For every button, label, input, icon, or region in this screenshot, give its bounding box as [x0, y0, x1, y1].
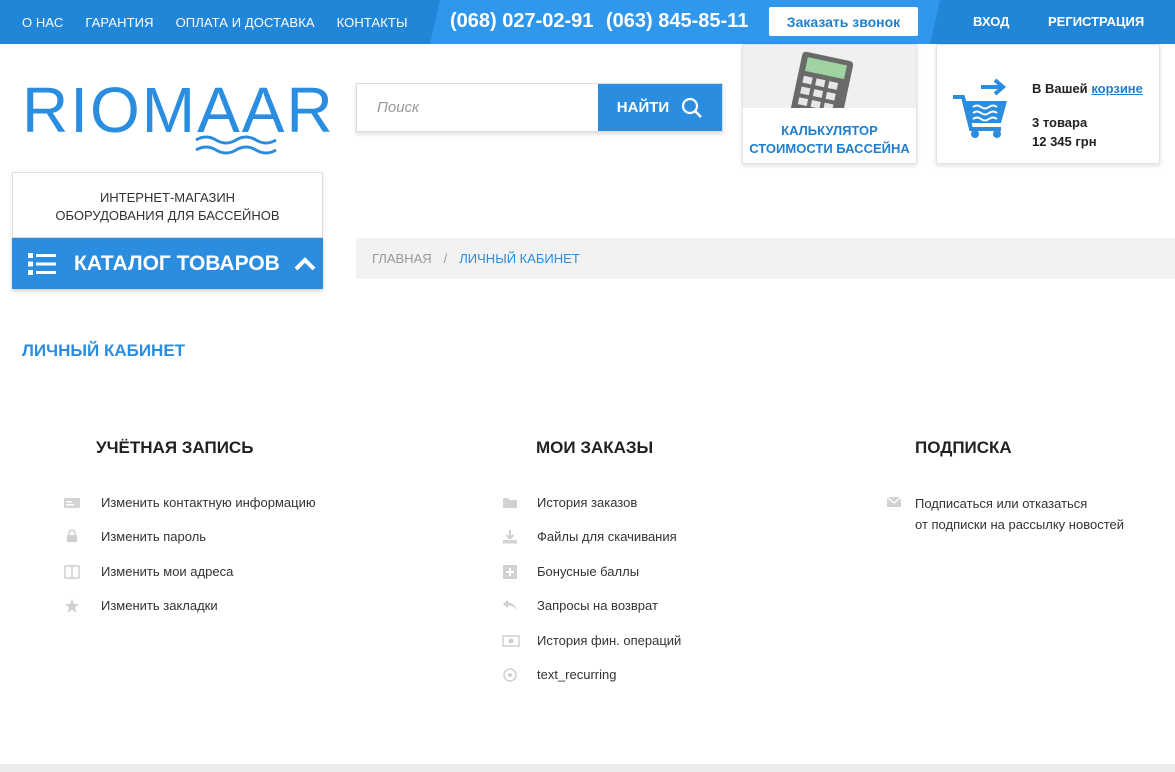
list-icon — [28, 252, 56, 275]
account-item[interactable]: Изменить контактную информацию — [63, 493, 333, 513]
account-item[interactable]: Изменить закладки — [63, 596, 333, 616]
envelope-icon — [886, 496, 902, 507]
top-menu: О НАС ГАРАНТИЯ ОПЛАТА И ДОСТАВКА КОНТАКТ… — [0, 0, 408, 44]
logo-wave-icon — [195, 135, 277, 155]
shop-description-line1: ИНТЕРНЕТ-МАГАЗИН — [99, 190, 236, 205]
account-item-label: Изменить контактную информацию — [101, 495, 316, 510]
orders-item-label: Бонусные баллы — [537, 564, 640, 579]
search-input[interactable] — [357, 84, 598, 131]
account-title: УЧЁТНАЯ ЗАПИСЬ — [96, 438, 254, 457]
book-icon — [64, 565, 80, 579]
account-section: УЧЁТНАЯ ЗАПИСЬ — [96, 438, 253, 458]
circle-icon — [503, 668, 517, 682]
plus-square-icon — [503, 565, 517, 579]
folder-icon — [503, 498, 517, 508]
download-icon — [503, 530, 517, 544]
cart-tile[interactable]: В Вашей корзине 3 товара 12 345 грн — [936, 44, 1160, 164]
orders-section: МОИ ЗАКАЗЫ — [536, 438, 653, 458]
orders-item[interactable]: Файлы для скачивания — [502, 527, 722, 547]
subscription-section: ПОДПИСКА — [915, 438, 1012, 458]
footer-strip — [0, 764, 1175, 772]
money-icon — [502, 635, 520, 647]
cart-sum: 12 345 грн — [1032, 134, 1097, 149]
orders-item-label: Запросы на возврат — [537, 598, 658, 613]
search-button-label: НАЙТИ — [616, 99, 670, 116]
orders-item[interactable]: text_recurring — [502, 665, 722, 685]
calculator-label-line2: СТОИМОСТИ БАССЕЙНА — [749, 141, 910, 156]
account-item-label: Изменить мои адреса — [101, 564, 234, 579]
calculator-label: КАЛЬКУЛЯТОР СТОИМОСТИ БАССЕЙНА — [743, 122, 916, 158]
menu-contacts[interactable]: КОНТАКТЫ — [337, 15, 408, 30]
menu-payment-delivery[interactable]: ОПЛАТА И ДОСТАВКА — [176, 15, 315, 30]
calculator-icon — [790, 51, 854, 122]
breadcrumb-current: ЛИЧНЫЙ КАБИНЕТ — [459, 251, 580, 266]
breadcrumb: ГЛАВНАЯ / ЛИЧНЫЙ КАБИНЕТ — [356, 238, 1175, 279]
breadcrumb-separator: / — [443, 251, 448, 266]
calculator-label-line1: КАЛЬКУЛЯТОР — [781, 123, 878, 138]
cart-prefix: В Вашей — [1032, 81, 1088, 96]
search-button[interactable]: НАЙТИ — [598, 84, 722, 131]
orders-item[interactable]: Запросы на возврат — [502, 596, 722, 616]
cart-count: 3 товара — [1032, 115, 1088, 130]
subscription-item[interactable]: Подписаться или отказаться от подписки н… — [886, 493, 1146, 535]
phone-1[interactable]: (068) 027-02-91 — [450, 10, 593, 33]
breadcrumb-home[interactable]: ГЛАВНАЯ — [372, 251, 432, 266]
search-icon — [682, 97, 703, 118]
orders-item[interactable]: История заказов — [502, 493, 722, 513]
menu-warranty[interactable]: ГАРАНТИЯ — [85, 15, 153, 30]
lock-icon — [67, 529, 77, 542]
subscription-item-line2: от подписки на рассылку новостей — [915, 517, 1124, 532]
cart-link[interactable]: корзине — [1091, 81, 1143, 96]
login-link[interactable]: ВХОД — [973, 14, 1009, 29]
subscription-item-line1: Подписаться или отказаться — [915, 496, 1088, 511]
pool-calculator-tile[interactable]: КАЛЬКУЛЯТОР СТОИМОСТИ БАССЕЙНА — [742, 44, 917, 164]
page-title: ЛИЧНЫЙ КАБИНЕТ — [22, 341, 186, 360]
shop-description-line2: ОБОРУДОВАНИЯ ДЛЯ БАССЕЙНОВ — [55, 208, 280, 223]
orders-item-label: История фин. операций — [537, 633, 682, 648]
shop-description: ИНТЕРНЕТ-МАГАЗИН ОБОРУДОВАНИЯ ДЛЯ БАССЕЙ… — [12, 172, 323, 238]
menu-about[interactable]: О НАС — [22, 15, 63, 30]
star-icon — [65, 599, 79, 613]
callback-button[interactable]: Заказать звонок — [769, 7, 918, 36]
account-item-label: Изменить пароль — [101, 529, 207, 544]
site-logo[interactable]: RIOMAAR — [22, 78, 333, 160]
calculator-image — [743, 45, 916, 122]
catalog-label: КАТАЛОГ ТОВАРОВ — [74, 251, 280, 275]
orders-item-label: История заказов — [537, 495, 638, 510]
phone-2[interactable]: (063) 845-85-11 — [606, 10, 748, 33]
orders-item[interactable]: Бонусные баллы — [502, 562, 722, 582]
chevron-up-icon — [294, 256, 316, 270]
orders-title: МОИ ЗАКАЗЫ — [536, 438, 654, 457]
cart-title: В Вашей корзине — [1032, 81, 1143, 96]
account-item[interactable]: Изменить пароль — [63, 527, 333, 547]
account-item[interactable]: Изменить мои адреса — [63, 562, 333, 582]
card-icon — [64, 498, 80, 508]
top-bar: О НАС ГАРАНТИЯ ОПЛАТА И ДОСТАВКА КОНТАКТ… — [0, 0, 1175, 44]
account-item-label: Изменить закладки — [101, 598, 218, 613]
orders-item[interactable]: История фин. операций — [502, 631, 722, 651]
subscription-title: ПОДПИСКА — [915, 438, 1012, 457]
return-icon — [503, 600, 517, 611]
register-link[interactable]: РЕГИСТРАЦИЯ — [1048, 14, 1144, 29]
search-bar: НАЙТИ — [356, 83, 723, 132]
cart-icon — [953, 78, 1007, 138]
orders-item-label: Файлы для скачивания — [537, 529, 677, 544]
catalog-button[interactable]: КАТАЛОГ ТОВАРОВ — [12, 238, 323, 289]
orders-item-label: text_recurring — [537, 667, 617, 682]
